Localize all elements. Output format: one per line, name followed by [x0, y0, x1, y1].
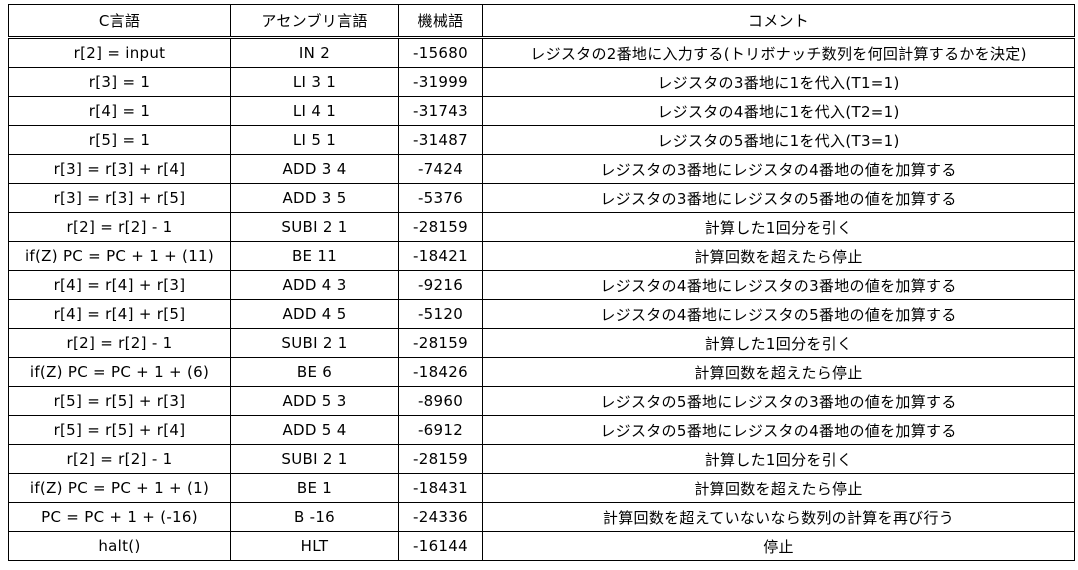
cell-comment[interactable]: 計算回数を超えたら停止: [482, 357, 1075, 387]
table-row: if(Z) PC = PC + 1 + (11) BE 11 -18421 計算回数を…: [8, 241, 1075, 271]
cell-c-code[interactable]: if(Z) PC = PC + 1 + (6): [8, 357, 231, 387]
table-row: if(Z) PC = PC + 1 + (1) BE 1 -18431 計算回数を超え…: [8, 473, 1075, 503]
cell-assembly[interactable]: ADD 5 3: [230, 386, 399, 416]
cell-machine-code[interactable]: -5376: [398, 183, 483, 213]
cell-machine-code[interactable]: -28159: [398, 212, 483, 242]
table-row: r[3] = 1 LI 3 1 -31999 レジスタの3番地に1を代入(T1=1): [8, 67, 1075, 97]
table-row: r[5] = r[5] + r[4] ADD 5 4 -6912 レジスタの5番地にレ…: [8, 415, 1075, 445]
cell-c-code[interactable]: if(Z) PC = PC + 1 + (1): [8, 473, 231, 503]
cell-c-code[interactable]: r[4] = r[4] + r[5]: [8, 299, 231, 329]
cell-assembly[interactable]: SUBI 2 1: [230, 212, 399, 242]
header-machine-code[interactable]: 機械語: [398, 4, 483, 39]
table-row: r[2] = r[2] - 1 SUBI 2 1 -28159 計算した1回分を引く: [8, 444, 1075, 474]
table-row: r[5] = 1 LI 5 1 -31487 レジスタの5番地に1を代入(T3=1): [8, 125, 1075, 155]
cell-comment[interactable]: 停止: [482, 531, 1075, 561]
cell-c-code[interactable]: r[5] = r[5] + r[4]: [8, 415, 231, 445]
cell-assembly[interactable]: IN 2: [230, 37, 399, 68]
cell-c-code[interactable]: r[2] = r[2] - 1: [8, 444, 231, 474]
cell-comment[interactable]: 計算回数を超えていないなら数列の計算を再び行う: [482, 502, 1075, 532]
header-c-language[interactable]: C言語: [8, 4, 231, 39]
cell-assembly[interactable]: BE 6: [230, 357, 399, 387]
cell-machine-code[interactable]: -16144: [398, 531, 483, 561]
cell-c-code[interactable]: r[5] = 1: [8, 125, 231, 155]
cell-comment[interactable]: レジスタの5番地にレジスタの4番地の値を加算する: [482, 415, 1075, 445]
cell-comment[interactable]: 計算回数を超えたら停止: [482, 241, 1075, 271]
cell-assembly[interactable]: BE 11: [230, 241, 399, 271]
cell-comment[interactable]: 計算した1回分を引く: [482, 444, 1075, 474]
cell-assembly[interactable]: ADD 5 4: [230, 415, 399, 445]
cell-assembly[interactable]: SUBI 2 1: [230, 328, 399, 358]
cell-c-code[interactable]: r[4] = r[4] + r[3]: [8, 270, 231, 300]
cell-c-code[interactable]: r[2] = r[2] - 1: [8, 328, 231, 358]
cell-c-code[interactable]: PC = PC + 1 + (-16): [8, 502, 231, 532]
cell-c-code[interactable]: halt(): [8, 531, 231, 561]
cell-comment[interactable]: 計算した1回分を引く: [482, 212, 1075, 242]
cell-machine-code[interactable]: -31999: [398, 67, 483, 97]
cell-comment[interactable]: レジスタの4番地にレジスタの5番地の値を加算する: [482, 299, 1075, 329]
cell-c-code[interactable]: r[2] = r[2] - 1: [8, 212, 231, 242]
cell-assembly[interactable]: ADD 3 5: [230, 183, 399, 213]
cell-c-code[interactable]: r[3] = r[3] + r[5]: [8, 183, 231, 213]
table-row: halt() HLT -16144 停止: [8, 531, 1075, 561]
cell-assembly[interactable]: B -16: [230, 502, 399, 532]
table-row: r[2] = r[2] - 1 SUBI 2 1 -28159 計算した1回分を引く: [8, 212, 1075, 242]
table-row: r[4] = r[4] + r[5] ADD 4 5 -5120 レジスタの4番地にレ…: [8, 299, 1075, 329]
cell-c-code[interactable]: r[4] = 1: [8, 96, 231, 126]
cell-c-code[interactable]: r[5] = r[5] + r[3]: [8, 386, 231, 416]
cell-comment[interactable]: レジスタの3番地にレジスタの4番地の値を加算する: [482, 154, 1075, 184]
cell-c-code[interactable]: if(Z) PC = PC + 1 + (11): [8, 241, 231, 271]
cell-assembly[interactable]: ADD 4 5: [230, 299, 399, 329]
header-comment[interactable]: コメント: [482, 4, 1075, 39]
cell-machine-code[interactable]: -28159: [398, 444, 483, 474]
table-row: PC = PC + 1 + (-16) B -16 -24336 計算回数を超えていな…: [8, 502, 1075, 532]
cell-comment[interactable]: レジスタの4番地に1を代入(T2=1): [482, 96, 1075, 126]
cell-c-code[interactable]: r[2] = input: [8, 37, 231, 68]
cell-comment[interactable]: レジスタの4番地にレジスタの3番地の値を加算する: [482, 270, 1075, 300]
cell-assembly[interactable]: SUBI 2 1: [230, 444, 399, 474]
instruction-table: C言語 アセンブリ言語 機械語 コメント r[2] = input IN 2 -15…: [8, 4, 1075, 561]
cell-assembly[interactable]: HLT: [230, 531, 399, 561]
cell-comment[interactable]: 計算した1回分を引く: [482, 328, 1075, 358]
cell-comment[interactable]: レジスタの3番地にレジスタの5番地の値を加算する: [482, 183, 1075, 213]
cell-comment[interactable]: レジスタの5番地にレジスタの3番地の値を加算する: [482, 386, 1075, 416]
cell-machine-code[interactable]: -7424: [398, 154, 483, 184]
cell-comment[interactable]: レジスタの3番地に1を代入(T1=1): [482, 67, 1075, 97]
cell-machine-code[interactable]: -15680: [398, 37, 483, 68]
cell-machine-code[interactable]: -31487: [398, 125, 483, 155]
cell-assembly[interactable]: LI 3 1: [230, 67, 399, 97]
cell-machine-code[interactable]: -31743: [398, 96, 483, 126]
cell-comment[interactable]: 計算回数を超えたら停止: [482, 473, 1075, 503]
cell-machine-code[interactable]: -18421: [398, 241, 483, 271]
table-row: if(Z) PC = PC + 1 + (6) BE 6 -18426 計算回数を超え…: [8, 357, 1075, 387]
table-row: r[2] = r[2] - 1 SUBI 2 1 -28159 計算した1回分を引く: [8, 328, 1075, 358]
table-row: r[4] = 1 LI 4 1 -31743 レジスタの4番地に1を代入(T2=1): [8, 96, 1075, 126]
cell-assembly[interactable]: ADD 3 4: [230, 154, 399, 184]
cell-assembly[interactable]: LI 4 1: [230, 96, 399, 126]
cell-machine-code[interactable]: -24336: [398, 502, 483, 532]
header-row: C言語 アセンブリ言語 機械語 コメント: [8, 4, 1075, 39]
cell-assembly[interactable]: LI 5 1: [230, 125, 399, 155]
table-row: r[5] = r[5] + r[3] ADD 5 3 -8960 レジスタの5番地にレ…: [8, 386, 1075, 416]
cell-machine-code[interactable]: -9216: [398, 270, 483, 300]
cell-assembly[interactable]: BE 1: [230, 473, 399, 503]
table-row: r[3] = r[3] + r[4] ADD 3 4 -7424 レジスタの3番地にレ…: [8, 154, 1075, 184]
table-row: r[2] = input IN 2 -15680 レジスタの2番地に入力する(トリボナ…: [8, 37, 1075, 68]
cell-machine-code[interactable]: -6912: [398, 415, 483, 445]
instruction-table-sheet: C言語 アセンブリ言語 機械語 コメント r[2] = input IN 2 -15…: [8, 4, 1075, 561]
cell-machine-code[interactable]: -28159: [398, 328, 483, 358]
cell-machine-code[interactable]: -8960: [398, 386, 483, 416]
cell-comment[interactable]: レジスタの5番地に1を代入(T3=1): [482, 125, 1075, 155]
cell-c-code[interactable]: r[3] = 1: [8, 67, 231, 97]
cell-machine-code[interactable]: -5120: [398, 299, 483, 329]
cell-comment[interactable]: レジスタの2番地に入力する(トリボナッチ数列を何回計算するかを決定): [482, 37, 1075, 68]
cell-assembly[interactable]: ADD 4 3: [230, 270, 399, 300]
table-row: r[3] = r[3] + r[5] ADD 3 5 -5376 レジスタの3番地にレ…: [8, 183, 1075, 213]
table-row: r[4] = r[4] + r[3] ADD 4 3 -9216 レジスタの4番地にレ…: [8, 270, 1075, 300]
cell-machine-code[interactable]: -18426: [398, 357, 483, 387]
table-body: r[2] = input IN 2 -15680 レジスタの2番地に入力する(トリボナ…: [8, 37, 1075, 561]
header-assembly[interactable]: アセンブリ言語: [230, 4, 399, 39]
cell-machine-code[interactable]: -18431: [398, 473, 483, 503]
cell-c-code[interactable]: r[3] = r[3] + r[4]: [8, 154, 231, 184]
